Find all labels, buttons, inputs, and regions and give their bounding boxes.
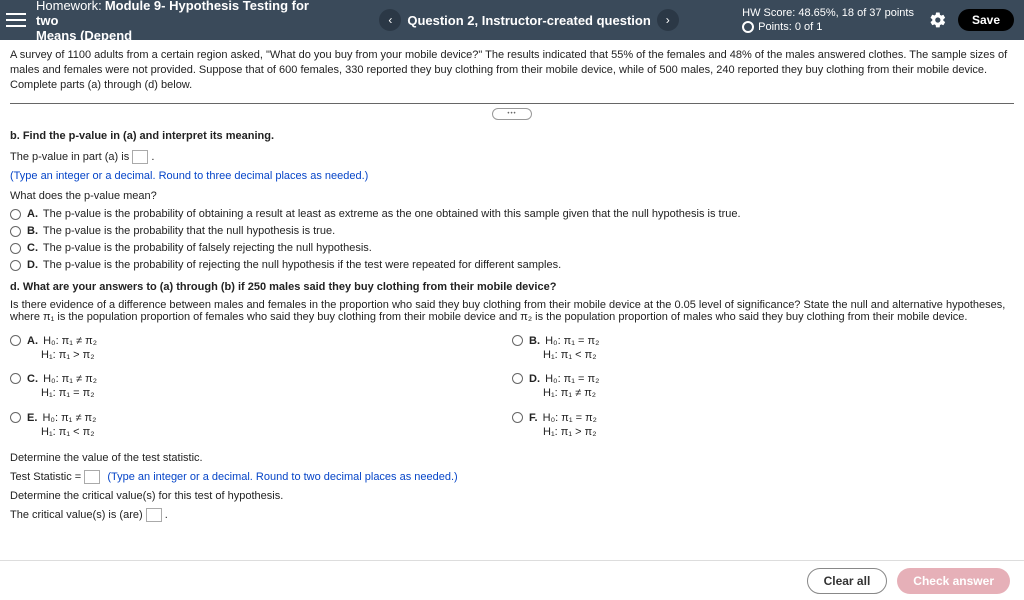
part-d-question: Is there evidence of a difference betwee… — [10, 299, 1014, 323]
choice-c-text: The p-value is the probability of falsel… — [43, 242, 372, 254]
pvalue-choices: A. The p-value is the probability of obt… — [10, 208, 1014, 271]
hw-score: HW Score: 48.65%, 18 of 37 points — [742, 6, 914, 20]
radio-icon[interactable] — [10, 209, 21, 220]
divider — [10, 103, 1014, 104]
radio-icon[interactable] — [10, 243, 21, 254]
prev-question-button[interactable]: ‹ — [379, 9, 401, 31]
header-bar: Homework: Module 9- Hypothesis Testing f… — [0, 0, 1024, 40]
hyp-a[interactable]: A. H₀: π₁ ≠ π₂H₁: π₁ > π₂ — [10, 334, 512, 363]
radio-icon[interactable] — [512, 335, 523, 346]
question-nav: ‹ Question 2, Instructor-created questio… — [316, 9, 742, 31]
check-answer-button[interactable]: Check answer — [897, 568, 1010, 594]
teststat-input[interactable] — [84, 470, 100, 484]
crit-label: Determine the critical value(s) for this… — [10, 490, 1014, 502]
radio-icon[interactable] — [10, 335, 21, 346]
pvalue-post: . — [151, 150, 154, 162]
question-intro: A survey of 1100 adults from a certain r… — [10, 48, 1014, 93]
hyp-f[interactable]: F. H₀: π₁ = π₂H₁: π₁ > π₂ — [512, 411, 1014, 440]
save-button[interactable]: Save — [958, 9, 1014, 31]
choice-a[interactable]: A. The p-value is the probability of obt… — [10, 208, 1014, 220]
teststat-row: Test Statistic = (Type an integer or a d… — [10, 470, 1014, 484]
choice-a-text: The p-value is the probability of obtain… — [43, 208, 741, 220]
choice-d[interactable]: D. The p-value is the probability of rej… — [10, 259, 1014, 271]
pvalue-row: The p-value in part (a) is . — [10, 150, 1014, 164]
pvalue-input[interactable] — [132, 150, 148, 164]
radio-icon[interactable] — [10, 412, 21, 423]
hyp-c-h1: H₁: π₁ = π₂ — [41, 387, 94, 399]
pvalue-meaning-q: What does the p-value mean? — [10, 190, 1014, 202]
expand-icon[interactable]: ••• — [492, 108, 532, 120]
radio-icon[interactable] — [10, 373, 21, 384]
radio-icon[interactable] — [10, 260, 21, 271]
question-content: A survey of 1100 adults from a certain r… — [0, 40, 1024, 568]
pvalue-hint: (Type an integer or a decimal. Round to … — [10, 170, 1014, 182]
hyp-f-h0: H₀: π₁ = π₂ — [543, 412, 597, 424]
hyp-c-h0: H₀: π₁ ≠ π₂ — [43, 373, 97, 385]
points-line: Points: 0 of 1 — [758, 20, 822, 34]
radio-icon[interactable] — [512, 373, 523, 384]
clear-all-button[interactable]: Clear all — [807, 568, 888, 594]
crit-pre: The critical value(s) is (are) — [10, 509, 146, 521]
pvalue-pre: The p-value in part (a) is — [10, 150, 132, 162]
hyp-a-h1: H₁: π₁ > π₂ — [41, 349, 94, 361]
hyp-b[interactable]: B. H₀: π₁ = π₂H₁: π₁ < π₂ — [512, 334, 1014, 363]
choice-b[interactable]: B. The p-value is the probability that t… — [10, 225, 1014, 237]
next-question-button[interactable]: › — [657, 9, 679, 31]
choice-d-text: The p-value is the probability of reject… — [43, 259, 561, 271]
hyp-b-h1: H₁: π₁ < π₂ — [543, 349, 596, 361]
hyp-d-h1: H₁: π₁ ≠ π₂ — [543, 387, 596, 399]
hyp-d[interactable]: D. H₀: π₁ = π₂H₁: π₁ ≠ π₂ — [512, 372, 1014, 401]
teststat-pre: Test Statistic = — [10, 471, 84, 483]
hw-name-line2: Means (Depend — [36, 28, 316, 43]
radio-icon[interactable] — [10, 226, 21, 237]
part-d-title: d. What are your answers to (a) through … — [10, 281, 1014, 293]
hyp-e-h0: H₀: π₁ ≠ π₂ — [42, 412, 96, 424]
hw-prefix: Homework: — [36, 0, 102, 13]
question-label: Question 2, Instructor-created question — [407, 13, 650, 28]
menu-icon[interactable] — [6, 13, 26, 27]
hyp-a-h0: H₀: π₁ ≠ π₂ — [43, 335, 97, 347]
teststat-label: Determine the value of the test statisti… — [10, 452, 1014, 464]
radio-icon[interactable] — [512, 412, 523, 423]
teststat-hint: (Type an integer or a decimal. Round to … — [107, 471, 457, 483]
assignment-title: Homework: Module 9- Hypothesis Testing f… — [36, 0, 316, 43]
footer-bar: Clear all Check answer — [0, 560, 1024, 600]
points-icon — [742, 21, 754, 33]
crit-input[interactable] — [146, 508, 162, 522]
hyp-d-h0: H₀: π₁ = π₂ — [545, 373, 599, 385]
crit-post: . — [165, 509, 168, 521]
hyp-e[interactable]: E. H₀: π₁ ≠ π₂H₁: π₁ < π₂ — [10, 411, 512, 440]
crit-row: The critical value(s) is (are) . — [10, 508, 1014, 522]
settings-icon[interactable] — [928, 10, 948, 30]
choice-b-text: The p-value is the probability that the … — [43, 225, 335, 237]
hyp-f-h1: H₁: π₁ > π₂ — [543, 426, 596, 438]
hypothesis-choices: A. H₀: π₁ ≠ π₂H₁: π₁ > π₂ B. H₀: π₁ = π₂… — [10, 329, 1014, 445]
hyp-e-h1: H₁: π₁ < π₂ — [41, 426, 94, 438]
score-block: HW Score: 48.65%, 18 of 37 points Points… — [742, 6, 914, 35]
part-b-title: b. Find the p-value in (a) and interpret… — [10, 130, 1014, 142]
hyp-b-h0: H₀: π₁ = π₂ — [545, 335, 599, 347]
hyp-c[interactable]: C. H₀: π₁ ≠ π₂H₁: π₁ = π₂ — [10, 372, 512, 401]
choice-c[interactable]: C. The p-value is the probability of fal… — [10, 242, 1014, 254]
